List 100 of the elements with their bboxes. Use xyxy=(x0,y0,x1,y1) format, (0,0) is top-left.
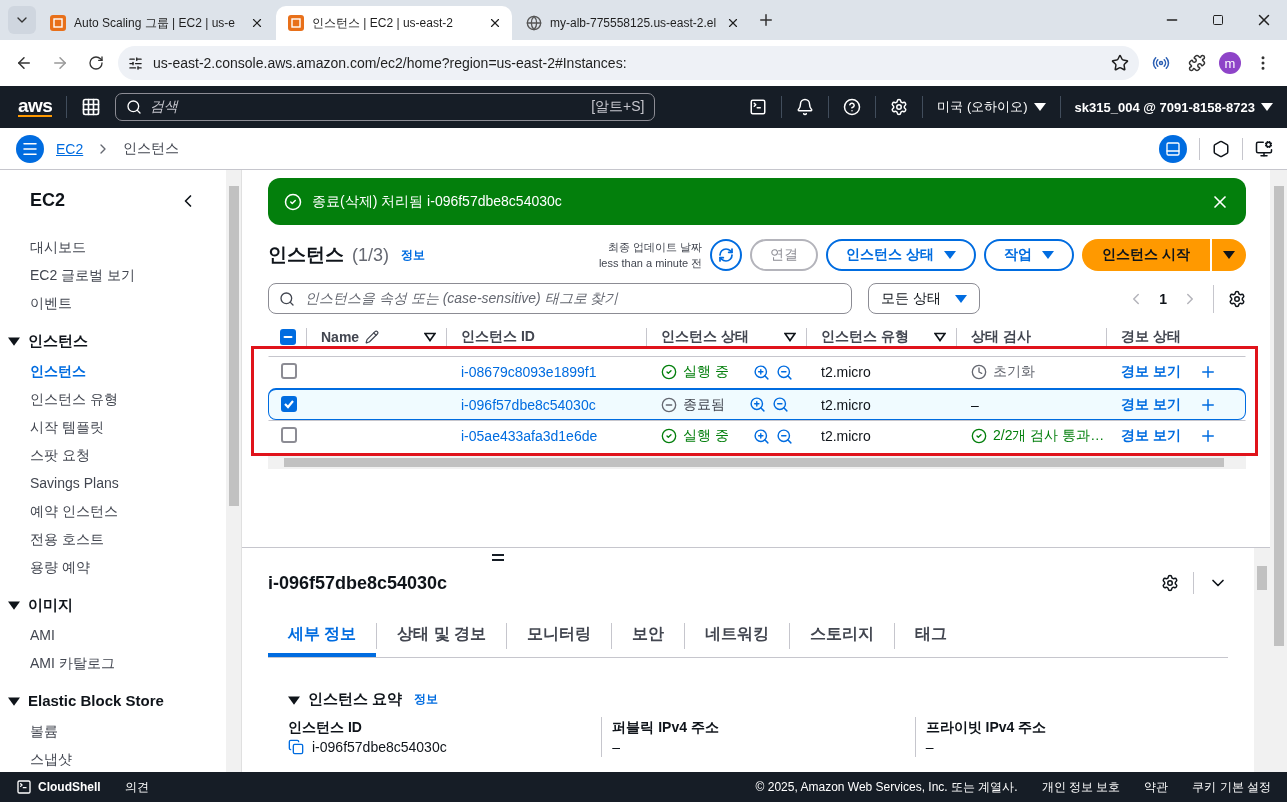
view-alarms-link[interactable]: 경보 보기 xyxy=(1121,395,1181,414)
zoom-in-icon[interactable] xyxy=(752,363,770,381)
row-checkbox[interactable] xyxy=(281,362,297,379)
sidebar-link[interactable]: 대시보드 xyxy=(30,233,198,261)
sidebar-link[interactable]: 용량 예약 xyxy=(30,553,198,581)
instance-id-link[interactable]: i-05ae433afa3d1e6de xyxy=(461,428,598,444)
details-tab[interactable]: 세부 정보 xyxy=(268,618,377,657)
zoom-in-icon[interactable] xyxy=(752,427,770,445)
select-all-checkbox[interactable] xyxy=(280,328,296,345)
hexagon-icon[interactable] xyxy=(1212,139,1230,158)
feedback-link[interactable]: 의견 xyxy=(124,778,149,796)
sidebar-link[interactable]: 전용 호스트 xyxy=(30,525,198,553)
caret-icon[interactable] xyxy=(8,695,20,707)
help-icon[interactable] xyxy=(843,98,862,116)
settings-icon[interactable] xyxy=(890,98,909,116)
sidebar-link[interactable]: 볼륨 xyxy=(30,717,198,745)
terminal-icon[interactable] xyxy=(749,98,768,116)
sidebar-link[interactable]: EC2 글로벌 보기 xyxy=(30,261,198,289)
page-scrollbar[interactable] xyxy=(1270,170,1287,772)
site-info-icon[interactable] xyxy=(128,55,143,71)
details-tab[interactable]: 태그 xyxy=(895,618,968,657)
search-field[interactable]: 검색 [알트+S] xyxy=(115,93,656,121)
footer-link[interactable]: 쿠키 기본 설정 xyxy=(1192,778,1271,796)
column-header[interactable]: 인스턴스 ID xyxy=(461,328,535,346)
sidebar-section-title[interactable]: 인스턴스 xyxy=(28,327,88,355)
copy-icon[interactable] xyxy=(288,739,304,755)
row-checkbox[interactable] xyxy=(281,396,297,412)
profile-avatar[interactable]: m xyxy=(1219,52,1241,74)
resize-handle-icon[interactable] xyxy=(492,554,504,561)
details-tab[interactable]: 모니터링 xyxy=(507,618,612,657)
monitor-icon[interactable] xyxy=(1255,139,1273,158)
sidebar-section-title[interactable]: 이미지 xyxy=(28,591,73,619)
view-alarms-link[interactable]: 경보 보기 xyxy=(1121,363,1181,381)
new-tab-icon[interactable] xyxy=(757,11,775,29)
search-field[interactable]: 인스턴스을 속성 또는 (case-sensitive) 태그로 찾기 xyxy=(268,283,852,314)
sidebar-scrollbar[interactable] xyxy=(226,170,241,772)
browser-tab[interactable]: 인스턴스 | EC2 | us-east-2 xyxy=(276,6,512,40)
bookmark-icon[interactable] xyxy=(1111,54,1129,72)
instance-id-link[interactable]: i-096f57dbe8c54030c xyxy=(461,396,596,413)
launch-button[interactable]: 인스턴스 시작 xyxy=(1082,239,1210,271)
actions-button[interactable]: 작업 xyxy=(984,239,1075,271)
instance-id-link[interactable]: i-08679c8093e1899f1 xyxy=(461,364,597,380)
sidebar-link[interactable]: AMI xyxy=(30,621,198,649)
bell-icon[interactable] xyxy=(796,98,815,116)
menu-button[interactable] xyxy=(16,134,44,163)
sidebar-section-title[interactable]: Elastic Block Store xyxy=(28,687,164,715)
launch-menu-button[interactable] xyxy=(1210,239,1246,271)
details-tab[interactable]: 상태 및 경보 xyxy=(377,618,507,657)
sidebar-link[interactable]: 시작 템플릿 xyxy=(30,413,198,441)
horizontal-scrollbar[interactable] xyxy=(268,456,1246,469)
zoom-out-icon[interactable] xyxy=(775,427,793,445)
footer-link[interactable]: 약관 xyxy=(1144,778,1169,796)
zoom-out-icon[interactable] xyxy=(775,363,793,381)
column-header[interactable]: 인스턴스 상태 xyxy=(661,328,749,346)
sidebar-link[interactable]: 예약 인스턴스 xyxy=(30,497,198,525)
maximize-icon[interactable] xyxy=(1212,14,1224,26)
filter-caret-icon[interactable] xyxy=(934,332,946,342)
details-tab[interactable]: 보안 xyxy=(612,618,685,657)
page-number[interactable]: 1 xyxy=(1159,290,1167,307)
table-row[interactable]: i-05ae433afa3d1e6de 실행 중 t2.micro 2/2개 검사 통과… 경보 보기 xyxy=(268,420,1246,452)
tab-list-button[interactable] xyxy=(8,6,36,34)
sidebar-link[interactable]: 이벤트 xyxy=(30,289,198,317)
aws-logo[interactable]: aws xyxy=(18,97,53,117)
column-header[interactable]: 인스턴스 유형 xyxy=(821,328,909,346)
filter-caret-icon[interactable] xyxy=(424,332,436,342)
sidebar-link[interactable]: 스냅샷 xyxy=(30,745,198,772)
instance-state-button[interactable]: 인스턴스 상태 xyxy=(826,239,977,271)
breadcrumb-link[interactable]: EC2 xyxy=(56,140,84,157)
caret-icon[interactable] xyxy=(8,599,20,611)
zoom-out-icon[interactable] xyxy=(772,396,789,413)
row-checkbox[interactable] xyxy=(281,426,297,443)
close-icon[interactable] xyxy=(250,16,264,30)
close-icon[interactable] xyxy=(726,16,740,30)
back-icon[interactable] xyxy=(15,54,33,72)
section-title[interactable]: 인스턴스 요약 xyxy=(308,690,403,709)
sidebar-link[interactable]: 인스턴스 유형 xyxy=(30,385,198,413)
zoom-in-icon[interactable] xyxy=(749,396,766,413)
view-alarms-link[interactable]: 경보 보기 xyxy=(1121,427,1181,445)
footer-link[interactable]: 개인 정보 보호 xyxy=(1041,778,1121,796)
cloudshell-link[interactable]: CloudShell xyxy=(16,779,101,795)
sidebar-link[interactable]: 인스턴스 xyxy=(30,357,198,385)
sidebar-link[interactable]: AMI 카탈로그 xyxy=(30,649,198,677)
settings-icon[interactable] xyxy=(1161,574,1179,592)
column-header[interactable]: Name xyxy=(321,329,360,345)
details-tab[interactable]: 네트워킹 xyxy=(685,618,790,657)
puzzle-icon[interactable] xyxy=(1188,54,1206,72)
browser-tab[interactable]: Auto Scaling 그룹 | EC2 | us-e xyxy=(38,6,274,40)
filter-caret-icon[interactable] xyxy=(784,332,796,342)
info-link[interactable]: 정보 xyxy=(414,691,439,708)
column-header[interactable]: 상태 검사 xyxy=(971,328,1031,346)
table-row[interactable]: i-096f57dbe8c54030c 종료됨 t2.micro – 경보 보기 xyxy=(268,388,1246,420)
region-menu[interactable]: 미국 (오하이오) xyxy=(937,98,1046,116)
reload-icon[interactable] xyxy=(88,55,104,71)
panel-button[interactable] xyxy=(1159,134,1187,163)
caret-icon[interactable] xyxy=(288,693,300,706)
grid-icon[interactable] xyxy=(81,97,102,117)
details-scrollbar[interactable] xyxy=(1254,548,1270,772)
forward-icon[interactable] xyxy=(51,54,69,72)
sidebar-link[interactable]: 스팟 요청 xyxy=(30,441,198,469)
broadcast-icon[interactable] xyxy=(1152,54,1170,72)
